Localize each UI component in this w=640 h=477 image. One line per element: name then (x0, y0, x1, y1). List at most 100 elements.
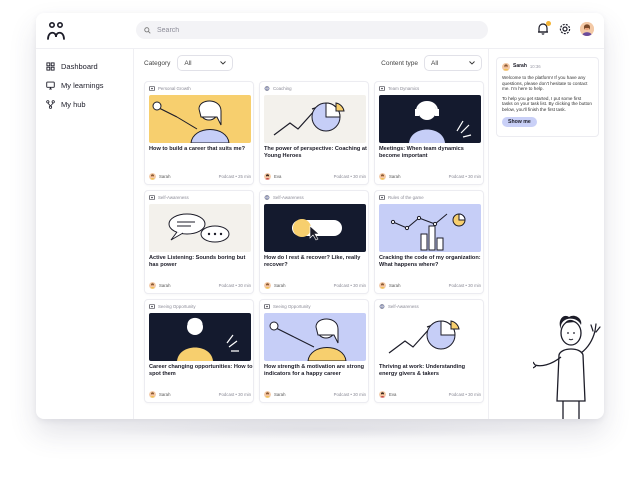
card-info: Podcast • 30 min (334, 392, 366, 397)
card-meta: Sarah Podcast • 30 min (379, 172, 481, 180)
category-label: Category (144, 59, 171, 67)
author-avatar (379, 172, 386, 180)
content-type-label: Content type (381, 59, 418, 67)
card-tag: Personal Growth (149, 86, 191, 91)
content-card[interactable]: Personal Growth How to build a career th… (144, 81, 254, 185)
card-author: Sarah (389, 282, 401, 288)
category-select[interactable]: All (177, 55, 234, 71)
content-card[interactable]: Self-Awareness Active Listening: Sounds … (144, 190, 254, 294)
card-title: Career changing opportunities: How to sp… (149, 364, 253, 377)
author-avatar (149, 281, 156, 289)
card-tag-label: Seeing Opportunity (273, 304, 311, 309)
card-title: Thriving at work: Understanding energy g… (379, 364, 466, 377)
author-avatar (264, 390, 271, 398)
content-card[interactable]: Team Dynamics Meetings: When team dynami… (374, 81, 484, 185)
card-author: Sarah (274, 282, 286, 288)
author-avatar (149, 172, 156, 180)
sender-name: Sarah (513, 63, 527, 70)
content-card[interactable]: Coaching The power of perspective: Coach… (259, 81, 369, 185)
content-card[interactable]: Self-Awareness How do I rest & recover? … (259, 190, 369, 294)
content-card[interactable]: Seeing Opportunity Career changing oppor… (144, 299, 254, 403)
card-type: Podcast (218, 173, 235, 179)
author-avatar (149, 172, 156, 180)
podcast-icon (379, 195, 385, 200)
card-duration: 30 min (238, 391, 251, 397)
sidebar: Dashboard My learnings My hub (36, 49, 134, 419)
card-tag-label: Seeing Opportunity (158, 304, 196, 309)
gear-icon (559, 23, 571, 35)
card-duration: 30 min (468, 391, 481, 397)
card-thumbnail (379, 204, 481, 252)
nav-label: My hub (61, 100, 86, 109)
chat-message-1: Welcome to the platform! If you have any… (502, 75, 588, 92)
card-tag: Seeing Opportunity (264, 304, 311, 309)
author-avatar (379, 390, 386, 398)
card-info: Podcast • 30 min (219, 392, 251, 397)
settings-button[interactable] (558, 22, 572, 36)
chat-header: Sarah 10:36 (502, 63, 593, 71)
author-avatar (264, 390, 271, 398)
card-duration: 30 min (353, 391, 366, 397)
card-info: Podcast • 30 min (449, 174, 481, 179)
card-info: Podcast • 30 min (449, 283, 481, 288)
logo-icon[interactable] (46, 21, 66, 41)
notification-button[interactable] (536, 21, 551, 36)
podcast-icon (264, 304, 270, 309)
content-grid: Personal Growth How to build a career th… (144, 81, 484, 403)
nav-item-my-hub[interactable]: My hub (36, 95, 133, 114)
card-info: Podcast • 30 min (334, 283, 366, 288)
app-window: Dashboard My learnings My hub Category (36, 13, 604, 419)
author-avatar (379, 281, 386, 289)
monitor-icon (46, 81, 55, 90)
card-tag-label: Rules of the game (388, 195, 424, 200)
card-title: How to build a career that suits me? (149, 146, 246, 152)
card-info: Podcast • 30 min (219, 283, 251, 288)
user-avatar[interactable] (580, 22, 594, 36)
frame-shadow (60, 419, 580, 439)
content-card[interactable]: Seeing Opportunity How strength & motiva… (259, 299, 369, 403)
card-meta: Sarah Podcast • 30 min (149, 390, 251, 398)
content-type-select[interactable]: All (424, 55, 482, 71)
card-author: Sarah (159, 173, 171, 179)
card-info: Podcast • 25 min (219, 174, 251, 179)
card-info: Podcast • 30 min (449, 392, 481, 397)
card-tag-label: Coaching (273, 86, 292, 91)
card-type: Podcast (448, 173, 465, 179)
card-author: Eva (274, 173, 282, 179)
card-thumbnail (149, 95, 251, 143)
nav-item-dashboard[interactable]: Dashboard (36, 57, 133, 76)
article-icon (264, 86, 270, 91)
search-bar[interactable] (136, 21, 488, 39)
card-tag: Team Dynamics (379, 86, 419, 91)
author-avatar (264, 281, 271, 289)
hub-icon (46, 100, 55, 109)
card-meta: Sarah Podcast • 30 min (149, 281, 251, 289)
card-info: Podcast • 30 min (334, 174, 366, 179)
waving-person-illustration (533, 315, 601, 419)
card-thumbnail (264, 313, 366, 361)
podcast-icon (379, 86, 385, 91)
card-duration: 25 min (238, 173, 251, 179)
card-tag: Coaching (264, 86, 292, 91)
card-meta: Sarah Podcast • 30 min (264, 390, 366, 398)
podcast-icon (149, 195, 155, 200)
content-type-value: All (431, 59, 439, 67)
nav-item-my-learnings[interactable]: My learnings (36, 76, 133, 95)
content-card[interactable]: Rules of the game Cracking the code of m… (374, 190, 484, 294)
card-tag-label: Self-Awareness (388, 304, 419, 309)
content-card[interactable]: Self-Awareness Thriving at work: Underst… (374, 299, 484, 403)
card-meta: Eva Podcast • 30 min (379, 390, 481, 398)
sender-avatar (502, 63, 510, 71)
card-meta: Sarah Podcast • 30 min (379, 281, 481, 289)
card-tag: Self-Awareness (149, 195, 189, 200)
card-author: Sarah (389, 173, 401, 179)
card-duration: 30 min (238, 282, 251, 288)
card-author: Sarah (159, 282, 171, 288)
top-bar (36, 13, 604, 49)
chevron-down-icon (469, 61, 475, 65)
podcast-icon (149, 86, 155, 91)
notification-dot (546, 21, 551, 26)
search-input[interactable] (157, 26, 457, 34)
card-meta: Sarah Podcast • 25 min (149, 172, 251, 180)
show-me-button[interactable]: Show me (502, 116, 537, 127)
